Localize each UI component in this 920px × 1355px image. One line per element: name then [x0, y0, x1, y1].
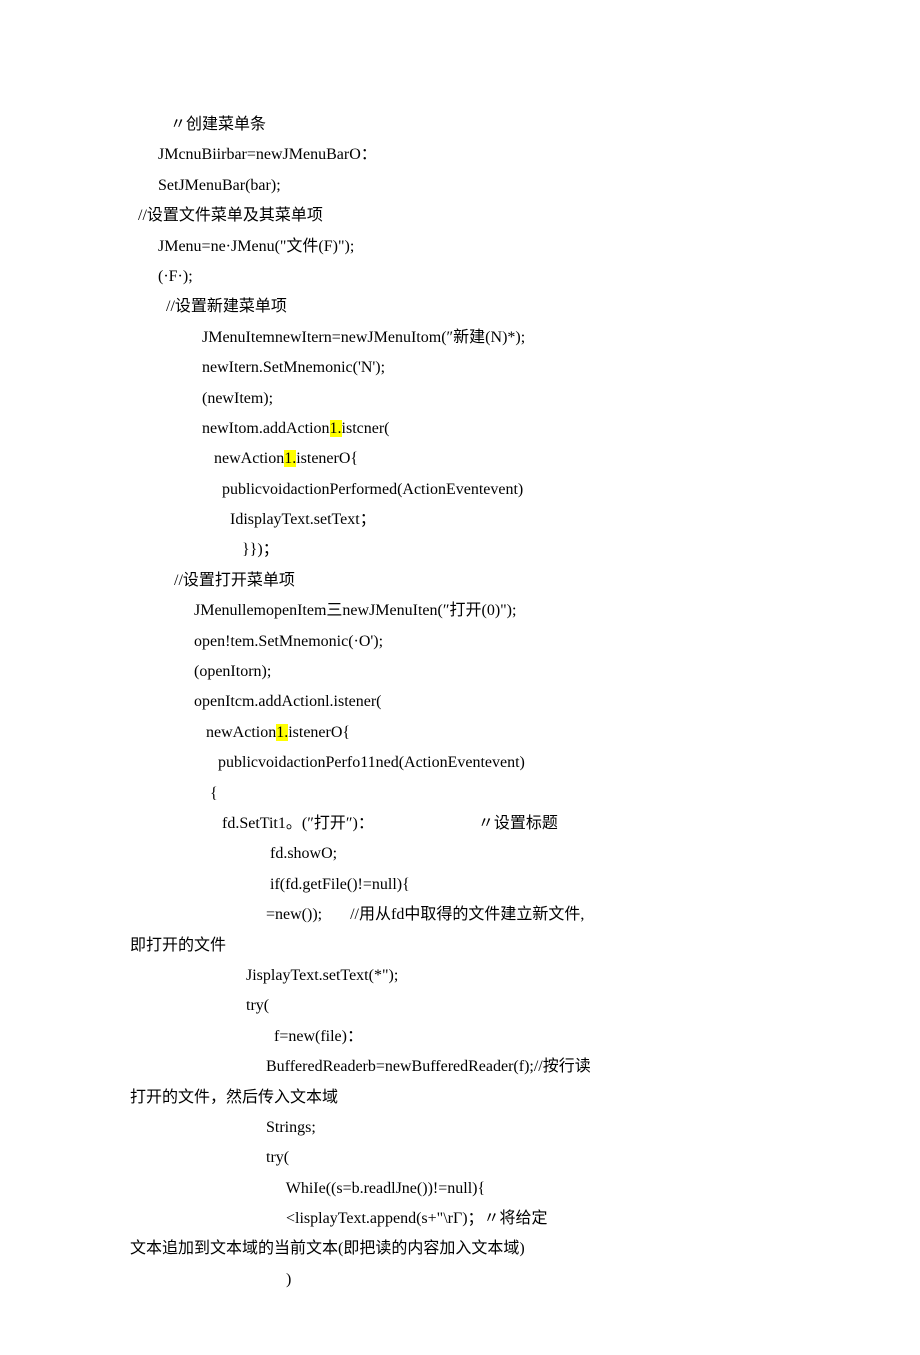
code-line: BufferedReaderb=newBufferedReader(f);//按… [130, 1052, 805, 1082]
code-line: JMenu=ne·JMenu("文件(F)"); [130, 232, 805, 262]
code-line: try( [130, 991, 805, 1021]
code-line: //设置打开菜单项 [130, 566, 805, 596]
code-line: 〃创建菜单条 [130, 110, 805, 140]
code-line: WhiIe((s=b.readlJne())!=null){ [130, 1174, 805, 1204]
code-line: fd.showO; [130, 839, 805, 869]
code-line: Strings; [130, 1113, 805, 1143]
code-line: (openItorn); [130, 657, 805, 687]
highlight: 1. [330, 420, 342, 437]
code-line: f=new(file)： [130, 1022, 805, 1052]
code-line: JMenullemopenItem三newJMenuIten(″打开(0)"); [130, 596, 805, 626]
code-line: JisplayText.setText(*"); [130, 961, 805, 991]
code-line: newAction1.istenerO{ [130, 718, 805, 748]
code-line: }})； [130, 535, 805, 565]
code-line: ) [130, 1265, 805, 1295]
code-line: JMenuItemnewItern=newJMenuItom(″新建(N)*); [130, 323, 805, 353]
code-line: <lisplayText.append(s+"\rΓ)；〃将给定 [130, 1204, 805, 1234]
code-line: publicvoidactionPerfo11ned(ActionEventev… [130, 748, 805, 778]
code-line: //设置新建菜单项 [130, 292, 805, 322]
code-line: //设置文件菜单及其菜单项 [130, 201, 805, 231]
code-line: 即打开的文件 [130, 931, 805, 961]
code-line: (newItem); [130, 384, 805, 414]
code-line: JMcnuBiirbar=newJMenuBarO： [130, 140, 805, 170]
code-line: openItcm.addActionl.istener( [130, 687, 805, 717]
code-line: { [130, 779, 805, 809]
code-line: if(fd.getFile()!=null){ [130, 870, 805, 900]
code-line: newItern.SetMnemonic('N'); [130, 353, 805, 383]
code-line: IdisplayText.setText； [130, 505, 805, 535]
code-line: =new()); //用从fd中取得的文件建立新文件, [130, 900, 805, 930]
code-line: publicvoidactionPerformed(ActionEventeve… [130, 475, 805, 505]
code-line: newItom.addAction1.istcner( [130, 414, 805, 444]
highlight: 1. [276, 724, 288, 741]
code-line: (·F·); [130, 262, 805, 292]
code-line: 文本追加到文本域的当前文本(即把读的内容加入文本域) [130, 1234, 805, 1264]
code-line: newAction1.istenerO{ [130, 444, 805, 474]
code-line: open!tem.SetMnemonic(·O'); [130, 627, 805, 657]
highlight: 1. [284, 450, 296, 467]
code-line: SetJMenuBar(bar); [130, 171, 805, 201]
code-line: fd.SetTit1。(″打开″)： 〃设置标题 [130, 809, 805, 839]
code-line: 打开的文件，然后传入文本域 [130, 1083, 805, 1113]
code-line: try( [130, 1143, 805, 1173]
document-page: 〃创建菜单条 JMcnuBiirbar=newJMenuBarO： SetJMe… [0, 0, 920, 1355]
